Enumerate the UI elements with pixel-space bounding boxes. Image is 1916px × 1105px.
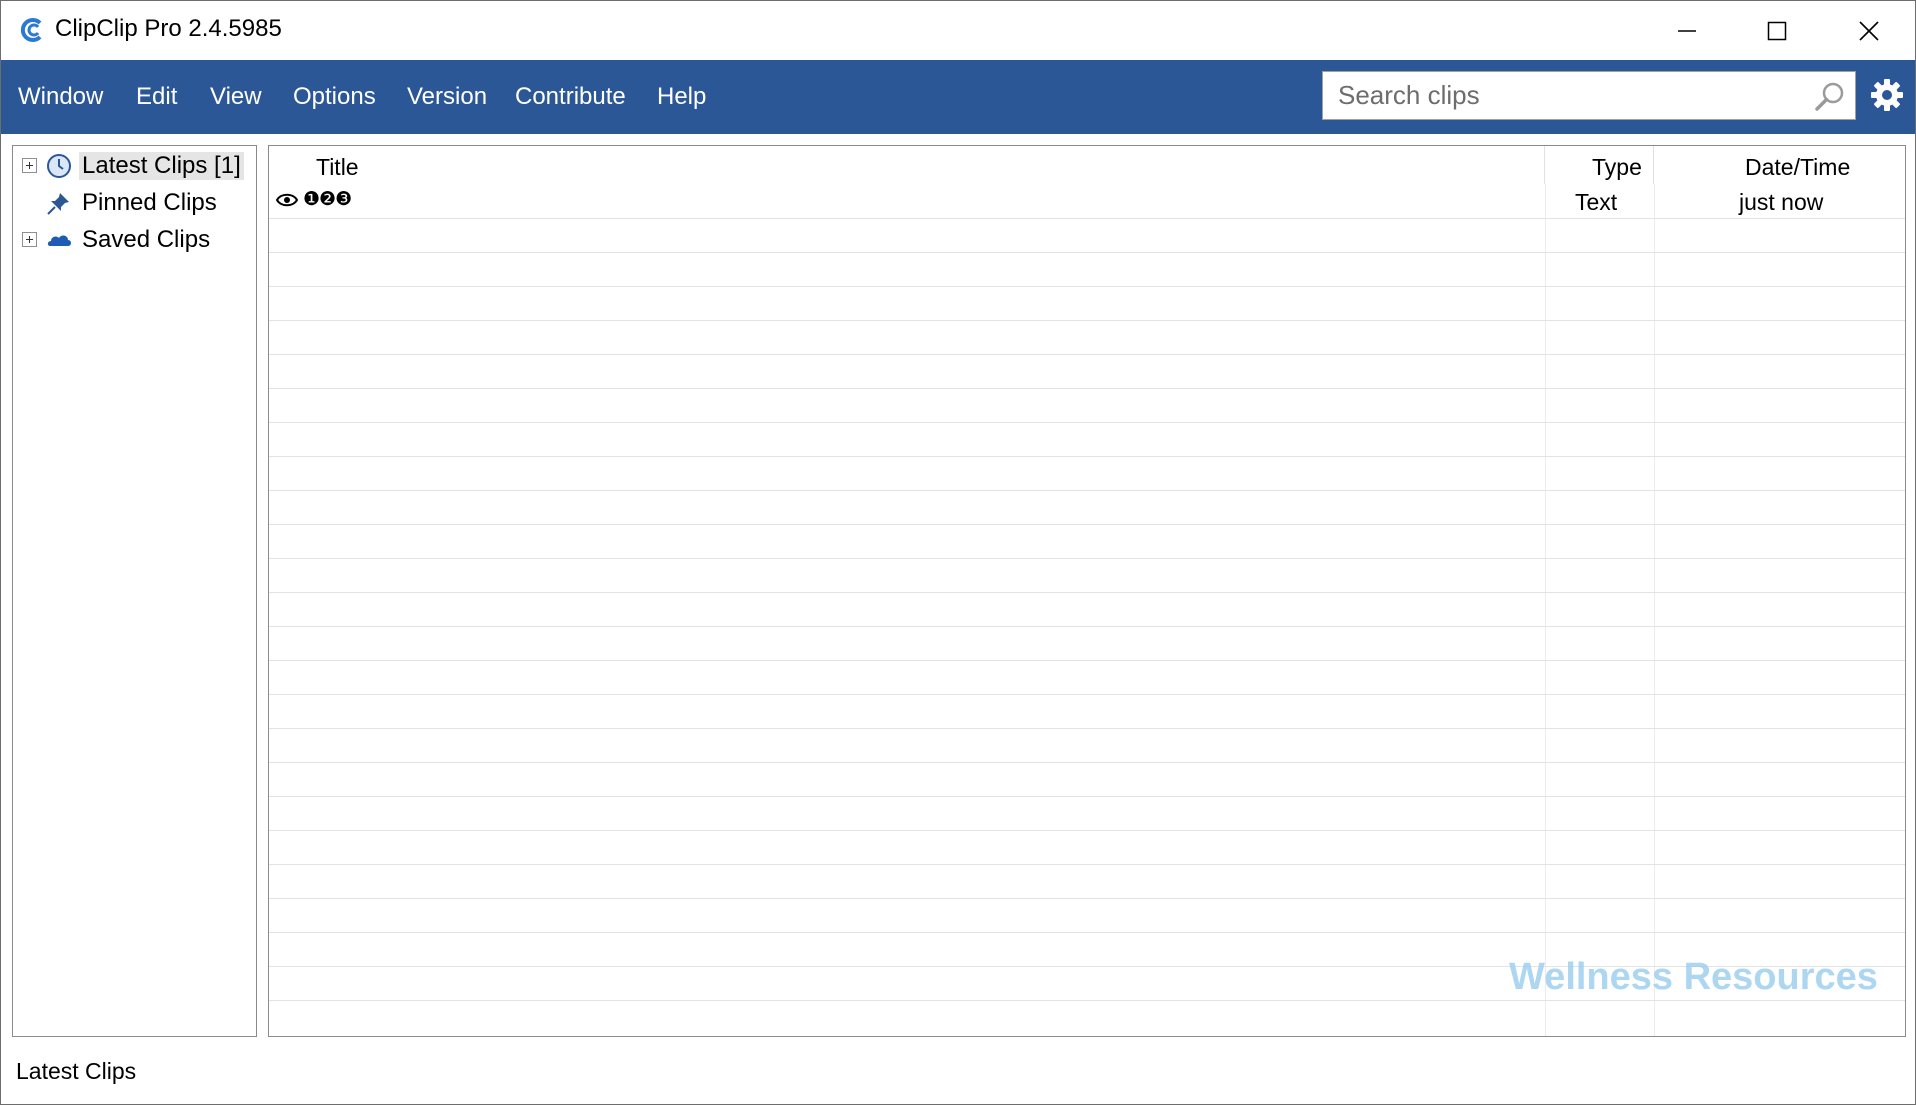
- column-header-datetime[interactable]: Date/Time: [1745, 154, 1850, 181]
- column-divider[interactable]: [1544, 146, 1545, 184]
- clock-icon: [47, 154, 71, 178]
- column-header-type[interactable]: Type: [1592, 154, 1642, 181]
- menu-edit[interactable]: Edit: [136, 83, 177, 111]
- tree-item-label: Saved Clips: [82, 226, 211, 253]
- tree-item-label: Pinned Clips: [82, 189, 217, 216]
- table-row[interactable]: ❶❷❸ Text just now: [269, 184, 1905, 218]
- clip-datetime: just now: [1739, 189, 1824, 215]
- cloud-icon: [47, 235, 71, 246]
- app-window: ClipClip Pro 2.4.5985 Window Edit View O…: [0, 0, 1916, 1105]
- menu-options[interactable]: Options: [293, 83, 376, 111]
- column-header-title[interactable]: Title: [316, 154, 359, 181]
- gear-icon[interactable]: [1870, 78, 1904, 112]
- title-bar[interactable]: ClipClip Pro 2.4.5985: [1, 1, 1915, 60]
- clip-type: Text: [1575, 189, 1618, 215]
- expand-icon[interactable]: [22, 158, 37, 173]
- folder-tree[interactable]: Latest Clips [1] Pinned Clips Saved Clip…: [12, 145, 257, 1037]
- tree-item-label: Latest Clips [1]: [79, 152, 244, 180]
- clips-grid[interactable]: Title Type Date/Time ❶❷❸ Text just now: [268, 145, 1906, 1037]
- column-divider[interactable]: [1653, 146, 1654, 184]
- window-title: ClipClip Pro 2.4.5985: [55, 15, 282, 42]
- pin-icon: [47, 193, 69, 215]
- maximize-button[interactable]: [1731, 1, 1823, 60]
- tree-item-saved-clips[interactable]: Saved Clips: [13, 221, 253, 257]
- grid-header: Title Type Date/Time: [269, 146, 1905, 184]
- menu-help[interactable]: Help: [657, 83, 706, 111]
- column-line: [1654, 184, 1655, 1036]
- search-box: [1322, 71, 1856, 120]
- tree-item-pinned-clips[interactable]: Pinned Clips: [13, 184, 253, 220]
- watermark-text: Wellness Resources: [1509, 956, 1878, 998]
- maximize-icon: [1767, 21, 1787, 40]
- menu-window[interactable]: Window: [18, 83, 103, 111]
- close-icon: [1859, 20, 1879, 41]
- expand-icon[interactable]: [22, 232, 37, 247]
- search-icon[interactable]: [1813, 80, 1847, 114]
- grid-body: ❶❷❸ Text just now: [269, 184, 1905, 1036]
- minimize-button[interactable]: [1641, 1, 1733, 60]
- menu-contribute[interactable]: Contribute: [515, 83, 626, 111]
- status-bar: Latest Clips: [1, 1041, 1915, 1104]
- eye-icon[interactable]: [276, 193, 298, 207]
- menu-bar: Window Edit View Options Version Contrib…: [1, 60, 1915, 134]
- menu-view[interactable]: View: [210, 83, 262, 111]
- clip-title: ❶❷❸: [303, 189, 352, 210]
- app-logo-icon: [20, 18, 42, 42]
- minimize-icon: [1678, 29, 1696, 32]
- status-text: Latest Clips: [16, 1058, 137, 1084]
- column-line: [1545, 184, 1546, 1036]
- menu-version[interactable]: Version: [407, 83, 487, 111]
- tree-item-latest-clips[interactable]: Latest Clips [1]: [13, 147, 253, 183]
- search-input[interactable]: [1323, 72, 1793, 119]
- close-button[interactable]: [1823, 1, 1915, 60]
